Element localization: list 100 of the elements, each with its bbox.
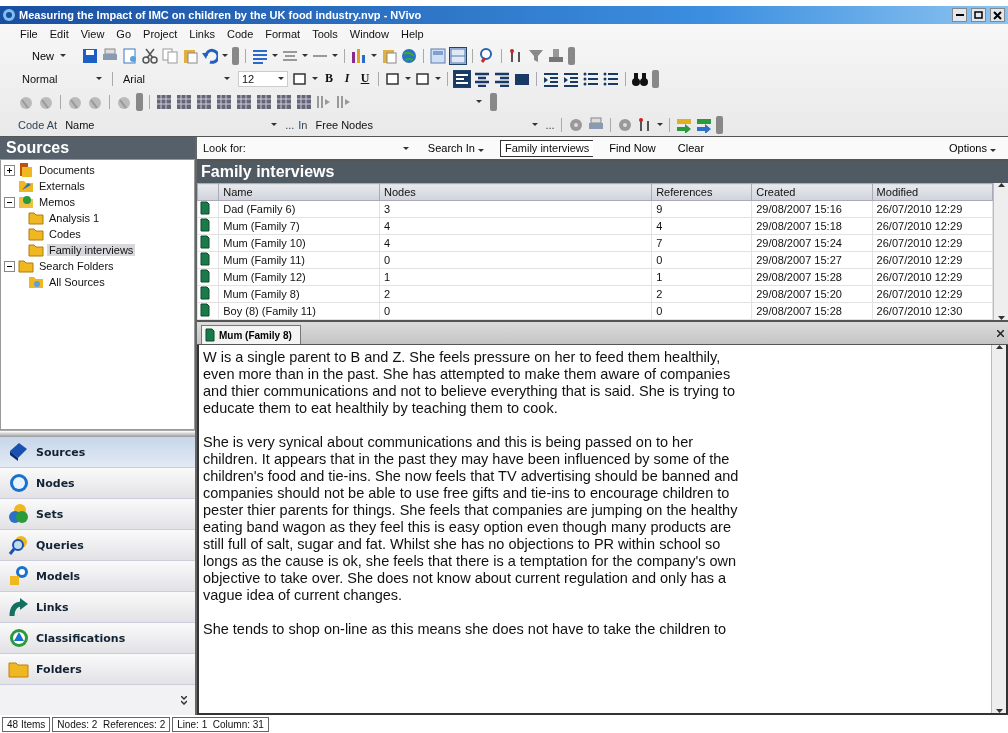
row-name[interactable]: Mum (Family 11) bbox=[218, 251, 380, 269]
border-icon[interactable] bbox=[415, 70, 431, 87]
indent-icon[interactable] bbox=[563, 70, 579, 87]
caret-icon[interactable] bbox=[405, 77, 411, 80]
tree-item[interactable]: Analysis 1 bbox=[47, 212, 102, 224]
column-header[interactable]: Name bbox=[218, 183, 380, 201]
table-icon[interactable] bbox=[156, 93, 172, 110]
splitter-handle[interactable] bbox=[0, 430, 195, 437]
row-name[interactable]: Mum (Family 7) bbox=[218, 217, 380, 235]
nav-button[interactable]: Queries bbox=[0, 530, 195, 561]
caret-icon[interactable] bbox=[656, 123, 663, 126]
table-icon[interactable] bbox=[196, 93, 212, 110]
nav-button[interactable]: Sources bbox=[0, 437, 195, 468]
chevron-down-icon[interactable] bbox=[181, 695, 187, 705]
tree-item[interactable]: Search Folders bbox=[37, 260, 116, 272]
toolbar-grip[interactable] bbox=[136, 92, 143, 111]
arrow-icon[interactable] bbox=[695, 116, 712, 133]
table-icon[interactable] bbox=[236, 93, 252, 110]
caret-icon[interactable] bbox=[371, 54, 377, 57]
menu-item[interactable]: Edit bbox=[49, 28, 69, 40]
clear-button[interactable]: Clear bbox=[671, 142, 711, 154]
row-name[interactable]: Boy (8) (Family 11) bbox=[218, 302, 380, 320]
caret-icon[interactable] bbox=[272, 54, 278, 57]
tree-item[interactable]: Family interviews bbox=[47, 244, 136, 256]
caret-icon[interactable] bbox=[222, 54, 228, 57]
menu-item[interactable]: View bbox=[80, 28, 105, 40]
scrollbar[interactable] bbox=[993, 183, 1008, 320]
table-icon[interactable] bbox=[276, 93, 292, 110]
pane-icon[interactable] bbox=[450, 47, 466, 64]
column-header[interactable]: Nodes bbox=[379, 183, 652, 201]
bullet-list-icon[interactable] bbox=[603, 70, 619, 87]
menu-item[interactable]: Window bbox=[349, 28, 389, 40]
column-header[interactable]: References bbox=[651, 183, 752, 201]
align-left-icon[interactable] bbox=[454, 70, 470, 87]
menu-item[interactable]: Go bbox=[116, 28, 132, 40]
caret-icon[interactable] bbox=[302, 54, 308, 57]
nav-button[interactable]: Links bbox=[0, 592, 195, 623]
options-button[interactable]: Options bbox=[943, 142, 1002, 154]
row-name[interactable]: Dad (Family 6) bbox=[218, 200, 380, 218]
toolbar-grip[interactable] bbox=[568, 46, 575, 65]
align-right-icon[interactable] bbox=[494, 70, 510, 87]
binoculars-icon[interactable] bbox=[632, 70, 648, 87]
save-icon[interactable] bbox=[82, 47, 98, 64]
row-name[interactable]: Mum (Family 8) bbox=[218, 285, 380, 303]
scope-field[interactable]: Family interviews bbox=[499, 139, 594, 157]
collapse-toggle[interactable] bbox=[4, 196, 15, 208]
table-icon[interactable] bbox=[256, 93, 272, 110]
bold-button[interactable]: B bbox=[322, 71, 336, 86]
lines-icon[interactable] bbox=[252, 47, 268, 64]
column-header[interactable]: Created bbox=[751, 183, 873, 201]
toolbar-grip[interactable] bbox=[652, 69, 659, 88]
undo-icon[interactable] bbox=[202, 47, 218, 64]
menu-item[interactable]: Code bbox=[227, 28, 254, 40]
browse-button[interactable]: ... bbox=[285, 118, 295, 131]
align-center-icon[interactable] bbox=[474, 70, 490, 87]
menu-item[interactable]: Help bbox=[400, 28, 424, 40]
menu-item[interactable]: Format bbox=[265, 28, 301, 40]
scrollbar[interactable] bbox=[991, 345, 1006, 713]
toolbar-grip[interactable] bbox=[715, 115, 723, 134]
tree-item[interactable]: Memos bbox=[37, 196, 78, 208]
nav-button[interactable]: Models bbox=[0, 561, 195, 592]
table-icon[interactable] bbox=[176, 93, 192, 110]
restore-button[interactable] bbox=[971, 8, 986, 22]
globe-icon[interactable] bbox=[401, 47, 417, 64]
toolbar-grip[interactable] bbox=[490, 92, 497, 111]
stamp-icon[interactable] bbox=[548, 47, 564, 64]
italic-button[interactable]: I bbox=[340, 71, 354, 86]
underline-button[interactable]: U bbox=[358, 71, 372, 86]
new-button[interactable]: New bbox=[28, 49, 78, 62]
caret-icon[interactable] bbox=[332, 54, 338, 57]
menu-item[interactable]: Links bbox=[189, 28, 215, 40]
bar-chart-icon[interactable] bbox=[351, 47, 367, 64]
nav-button[interactable]: Sets bbox=[0, 499, 195, 530]
paste-icon[interactable] bbox=[182, 47, 198, 64]
nav-button[interactable]: Folders bbox=[0, 654, 195, 685]
nav-button[interactable]: Nodes bbox=[0, 468, 195, 499]
close-button[interactable] bbox=[990, 8, 1005, 22]
indent-icon[interactable] bbox=[543, 70, 559, 87]
table-icon[interactable] bbox=[296, 93, 312, 110]
funnel-icon[interactable] bbox=[528, 47, 544, 64]
caret-icon[interactable] bbox=[435, 77, 441, 80]
arrow-icon[interactable] bbox=[675, 116, 692, 133]
tree-item[interactable]: Codes bbox=[47, 228, 83, 240]
cut-icon[interactable] bbox=[142, 47, 158, 64]
row-name[interactable]: Mum (Family 12) bbox=[218, 268, 380, 286]
nav-button[interactable]: Classifications bbox=[0, 623, 195, 654]
location-dropdown[interactable]: Free Nodes bbox=[311, 116, 542, 133]
tree-item[interactable]: Documents bbox=[37, 164, 97, 176]
style-dropdown[interactable]: Normal bbox=[18, 70, 106, 87]
menu-item[interactable]: Tools bbox=[312, 28, 338, 40]
font-dropdown[interactable]: Arial bbox=[119, 70, 234, 87]
find-icon[interactable] bbox=[479, 47, 495, 64]
tree-item[interactable]: Externals bbox=[37, 180, 87, 192]
node-name-dropdown[interactable]: Name bbox=[61, 116, 282, 133]
caret-icon[interactable] bbox=[312, 77, 318, 80]
document-tab[interactable]: Mum (Family 8) bbox=[201, 325, 301, 344]
tree-item[interactable]: All Sources bbox=[47, 276, 107, 288]
collapse-toggle[interactable] bbox=[4, 260, 15, 272]
column-header[interactable]: Modified bbox=[872, 183, 993, 201]
bullet-list-icon[interactable] bbox=[583, 70, 599, 87]
